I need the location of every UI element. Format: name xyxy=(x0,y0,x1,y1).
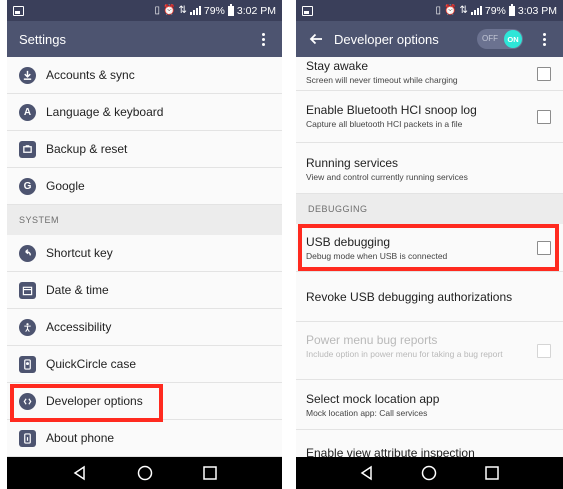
settings-item-quickcircle-case[interactable]: QuickCircle case xyxy=(7,346,282,383)
quickcircle-icon xyxy=(19,355,36,373)
settings-item-about-phone[interactable]: About phone xyxy=(7,420,282,457)
clock: 3:02 PM xyxy=(236,4,276,17)
app-bar: Settings xyxy=(7,21,282,57)
stay-awake-checkbox[interactable] xyxy=(537,66,551,81)
about-phone-icon xyxy=(19,429,36,447)
download-icon xyxy=(19,66,36,84)
settings-item-label: Backup & reset xyxy=(46,142,128,156)
vibrate-icon: ▯ xyxy=(435,4,442,16)
signal-icon xyxy=(189,6,201,15)
pref-summary: Include option in power menu for taking … xyxy=(306,349,503,359)
pref-select-mock-location-app[interactable]: Select mock location app Mock location a… xyxy=(296,380,563,430)
settings-item-accessibility[interactable]: Accessibility xyxy=(7,309,282,346)
section-header-debugging: DEBUGGING xyxy=(296,194,563,224)
settings-item-label: Language & keyboard xyxy=(46,105,164,119)
recents-nav-icon[interactable] xyxy=(483,464,501,482)
settings-item-label: Date & time xyxy=(46,283,109,297)
toggle-off-label: OFF xyxy=(482,34,498,43)
pref-stay-awake[interactable]: Stay awake Screen will never timeout whi… xyxy=(296,57,563,91)
toggle-on-knob: ON xyxy=(504,30,522,48)
network-icon: ⇅ xyxy=(459,4,468,16)
status-bar: ▯ ⏰ ⇅ 79% 3:03 PM xyxy=(296,0,563,21)
developer-options-screen: ▯ ⏰ ⇅ 79% 3:03 PM Developer options OFF … xyxy=(296,0,563,489)
settings-item-shortcut-key[interactable]: Shortcut key xyxy=(7,235,282,272)
developer-options-toggle[interactable]: OFF ON xyxy=(477,29,523,49)
language-icon: A xyxy=(19,103,36,121)
home-nav-icon[interactable] xyxy=(136,464,154,482)
pref-title: Power menu bug reports xyxy=(306,333,438,347)
gallery-notification-icon xyxy=(13,5,24,16)
settings-item-label: About phone xyxy=(46,431,115,445)
navigation-bar xyxy=(7,457,282,489)
alarm-icon: ⏰ xyxy=(163,4,176,16)
pref-title: Revoke USB debugging authorizations xyxy=(306,290,513,304)
backup-icon xyxy=(19,140,36,158)
page-title: Settings xyxy=(19,31,66,47)
battery-icon xyxy=(227,3,234,16)
network-icon: ⇅ xyxy=(178,4,187,16)
pref-title: Stay awake xyxy=(306,59,369,73)
pref-summary: Screen will never timeout while charging xyxy=(306,75,458,85)
battery-percent: 79% xyxy=(484,4,506,17)
pref-title: Running services xyxy=(306,156,399,170)
accessibility-icon xyxy=(19,318,36,336)
settings-item-label: Google xyxy=(46,179,85,193)
calendar-icon xyxy=(19,281,36,299)
usb-debugging-highlight xyxy=(298,224,559,271)
app-bar: Developer options OFF ON xyxy=(296,21,563,57)
battery-icon xyxy=(508,3,515,16)
settings-item-language-keyboard[interactable]: A Language & keyboard xyxy=(7,94,282,131)
settings-item-label: Accounts & sync xyxy=(46,68,135,82)
pref-summary: Mock location app: Call services xyxy=(306,408,428,418)
alarm-icon: ⏰ xyxy=(444,4,457,16)
pref-power-menu-bug-reports: Power menu bug reports Include option in… xyxy=(296,322,563,380)
pref-title: Select mock location app xyxy=(306,392,440,406)
settings-item-backup-reset[interactable]: Backup & reset xyxy=(7,131,282,168)
back-nav-icon[interactable] xyxy=(71,464,89,482)
pref-title: Enable Bluetooth HCI snoop log xyxy=(306,103,477,117)
bluetooth-hci-checkbox[interactable] xyxy=(537,109,551,124)
power-menu-bug-report-checkbox xyxy=(537,343,551,358)
pref-summary: Capture all bluetooth HCI packets in a f… xyxy=(306,119,463,129)
page-title: Developer options xyxy=(334,31,439,47)
google-icon: G xyxy=(19,177,36,195)
developer-options-highlight xyxy=(10,384,163,422)
settings-item-label: Accessibility xyxy=(46,320,112,334)
battery-percent: 79% xyxy=(203,4,225,17)
settings-item-label: QuickCircle case xyxy=(46,357,137,371)
pref-bluetooth-hci-snoop[interactable]: Enable Bluetooth HCI snoop log Capture a… xyxy=(296,91,563,143)
back-arrow-icon[interactable] xyxy=(308,31,324,47)
status-bar: ▯ ⏰ ⇅ 79% 3:02 PM xyxy=(7,0,282,21)
overflow-menu-icon[interactable] xyxy=(256,29,270,49)
navigation-bar xyxy=(296,457,563,489)
recents-nav-icon[interactable] xyxy=(201,464,219,482)
vibrate-icon: ▯ xyxy=(154,4,161,16)
settings-item-accounts-sync[interactable]: Accounts & sync xyxy=(7,57,282,94)
shortcut-icon xyxy=(19,244,36,262)
back-nav-icon[interactable] xyxy=(358,464,376,482)
signal-icon xyxy=(470,6,482,15)
settings-item-label: Shortcut key xyxy=(46,246,113,260)
pref-summary: View and control currently running servi… xyxy=(306,172,468,182)
gallery-notification-icon xyxy=(302,5,313,16)
section-header-system: SYSTEM xyxy=(7,205,282,235)
home-nav-icon[interactable] xyxy=(420,464,438,482)
settings-item-date-time[interactable]: Date & time xyxy=(7,272,282,309)
overflow-menu-icon[interactable] xyxy=(537,29,551,49)
clock: 3:03 PM xyxy=(517,4,557,17)
settings-item-google[interactable]: G Google xyxy=(7,168,282,205)
settings-screen: ▯ ⏰ ⇅ 79% 3:02 PM Settings Accounts & sy… xyxy=(7,0,282,489)
pref-revoke-usb-authorizations[interactable]: Revoke USB debugging authorizations xyxy=(296,272,563,322)
pref-running-services[interactable]: Running services View and control curren… xyxy=(296,143,563,194)
